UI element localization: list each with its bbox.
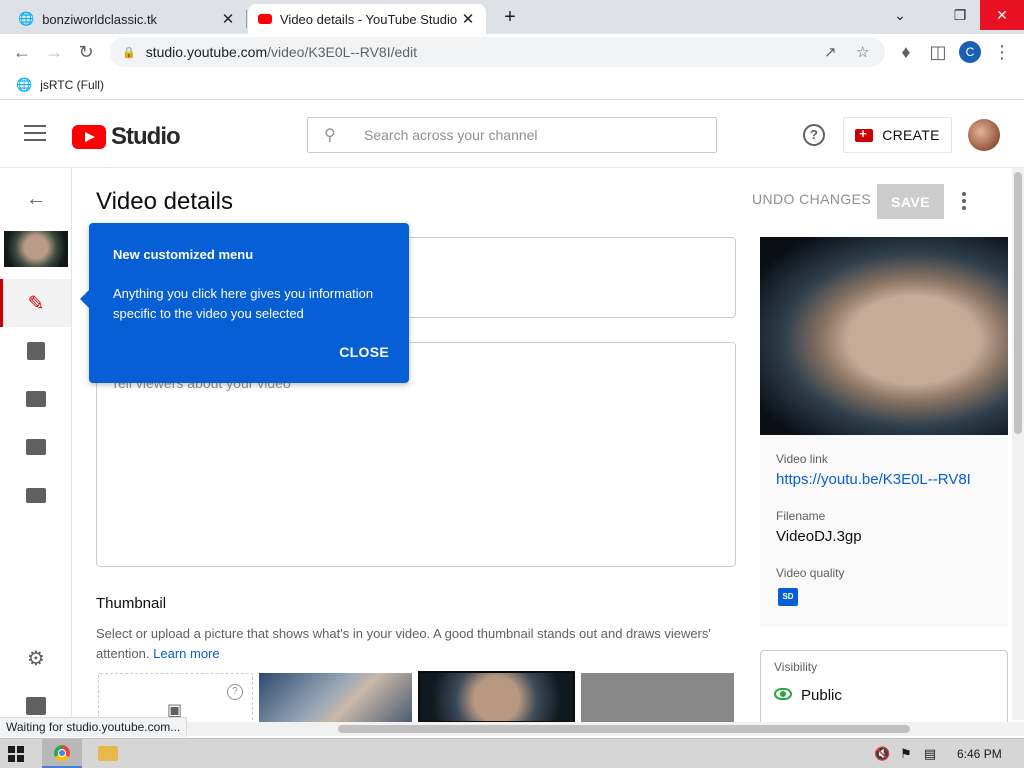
tooltip-close-button[interactable]: CLOSE (339, 344, 389, 360)
onboarding-tooltip: New customized menu Anything you click h… (80, 223, 409, 383)
url-field[interactable]: 🔒 studio.youtube.com/video/K3E0L--RV8I/e… (110, 37, 885, 67)
rail-active-indicator (0, 279, 3, 327)
bookmarks-bar: 🌐 jsRTC (Full) (0, 70, 1024, 100)
details-pencil-icon[interactable]: ✎ (24, 291, 48, 315)
logo-text: Studio (111, 123, 181, 150)
video-link-label: Video link (776, 452, 828, 466)
file-explorer-icon[interactable] (98, 746, 118, 761)
tab-search-icon[interactable]: ⌄ (880, 0, 920, 30)
back-icon[interactable]: ← (8, 38, 36, 66)
video-thumbnail[interactable] (4, 231, 68, 267)
thumbnail-description: Select or upload a picture that shows wh… (96, 624, 736, 664)
scrollbar-thumb[interactable] (1014, 172, 1022, 434)
side-panel-icon[interactable]: ◫ (924, 38, 952, 66)
sd-quality-badge: SD (778, 588, 798, 606)
thumbnail-option[interactable] (259, 673, 412, 723)
video-link[interactable]: https://youtu.be/K3E0L--RV8I (776, 471, 971, 488)
status-bubble: Waiting for studio.youtube.com... (0, 717, 188, 737)
visibility-label: Visibility (774, 660, 818, 674)
search-input[interactable]: ⚲ Search across your channel (307, 117, 717, 153)
save-button[interactable]: SAVE (877, 184, 944, 219)
scrollbar-thumb[interactable] (338, 725, 910, 733)
url-path: /video/K3E0L--RV8I/edit (267, 44, 418, 60)
thumbnail-heading: Thumbnail (96, 595, 167, 612)
browser-menu-icon[interactable]: ⋮ (988, 38, 1016, 66)
create-button[interactable]: CREATE (843, 117, 952, 153)
visibility-value: Public (801, 687, 842, 704)
editor-clapper-icon[interactable] (24, 387, 48, 411)
profile-avatar[interactable]: C (956, 38, 984, 66)
globe-icon: 🌐 (16, 76, 33, 92)
studio-header: Studio ⚲ Search across your channel ? CR… (0, 101, 1024, 168)
thumbnail-option[interactable] (581, 673, 734, 723)
more-options-icon[interactable] (955, 189, 973, 213)
eye-icon (774, 688, 792, 700)
share-icon[interactable]: ↗ (824, 43, 837, 61)
windows-start-icon[interactable] (8, 746, 24, 762)
settings-gear-icon[interactable]: ⚙ (24, 646, 48, 670)
tab-separator (246, 10, 247, 28)
taskbar-clock[interactable]: 6:46 PM (957, 747, 1002, 761)
vertical-scrollbar[interactable] (1012, 168, 1024, 720)
extensions-icon[interactable]: ♦ (892, 38, 920, 66)
globe-icon: 🌐 (18, 11, 35, 26)
help-icon[interactable]: ? (803, 124, 825, 146)
learn-more-link[interactable]: Learn more (153, 646, 219, 661)
studio-logo[interactable]: Studio (72, 123, 181, 151)
video-preview[interactable] (760, 237, 1008, 435)
bookmark-jsrtc[interactable]: jsRTC (Full) (40, 78, 104, 92)
new-tab-icon[interactable]: + (500, 6, 520, 29)
tab-video-details[interactable]: Video details - YouTube Studio ✕ (248, 4, 486, 34)
forward-icon[interactable]: → (40, 38, 68, 66)
video-quality-label: Video quality (776, 566, 845, 580)
page-title: Video details (96, 188, 233, 215)
hamburger-menu-icon[interactable] (24, 125, 46, 143)
restore-window-icon[interactable]: ❐ (940, 0, 980, 30)
feedback-icon[interactable] (24, 694, 48, 718)
left-rail: ← ✎ ⚙ (0, 168, 72, 720)
video-camera-icon (855, 126, 874, 142)
undo-changes-button[interactable]: UNDO CHANGES (752, 191, 871, 207)
network-icon[interactable]: ▤ (922, 746, 938, 762)
help-icon[interactable]: ? (227, 684, 243, 700)
tooltip-title: New customized menu (113, 247, 254, 262)
url-host: studio.youtube.com (145, 44, 268, 60)
search-placeholder: Search across your channel (364, 127, 538, 143)
create-label: CREATE (882, 127, 940, 143)
lock-icon: 🔒 (122, 46, 136, 59)
search-icon: ⚲ (324, 127, 336, 144)
address-bar: ← → ↻ 🔒 studio.youtube.com/video/K3E0L--… (0, 34, 1024, 70)
filename-value: VideoDJ.3gp (776, 528, 862, 545)
tab-title: Video details - YouTube Studio (280, 11, 458, 27)
volume-muted-icon[interactable]: 🔇 (874, 746, 890, 762)
close-tab-icon[interactable]: ✕ (460, 10, 476, 28)
chrome-icon (54, 744, 70, 761)
close-window-icon[interactable]: ✕ (980, 0, 1024, 30)
visibility-dropdown[interactable]: Visibility Public (760, 650, 1008, 722)
back-arrow-icon[interactable]: ← (24, 187, 48, 211)
profile-initial: C (959, 41, 981, 63)
comments-icon[interactable] (24, 435, 48, 459)
flag-icon[interactable]: ⚑ (898, 746, 914, 762)
bookmark-star-icon[interactable]: ☆ (856, 43, 869, 61)
filename-label: Filename (776, 509, 826, 523)
tooltip-body: Anything you click here gives you inform… (113, 286, 374, 321)
video-info-card: Video link https://youtu.be/K3E0L--RV8I … (760, 237, 1008, 627)
subtitles-icon[interactable] (24, 483, 48, 507)
youtube-favicon-icon (258, 14, 272, 24)
youtube-logo-icon (72, 125, 106, 149)
channel-avatar[interactable] (968, 119, 1000, 151)
reload-icon[interactable]: ↻ (72, 38, 100, 66)
analytics-icon[interactable] (24, 339, 48, 363)
chrome-taskbar-button[interactable] (42, 739, 82, 768)
thumbnail-option-selected[interactable] (418, 671, 575, 723)
upload-thumbnail-button[interactable]: ▣ ? (98, 673, 253, 723)
tab-title: bonziworldclassic.tk (42, 11, 158, 27)
browser-tab-bar: 🌐 bonziworldclassic.tk ✕ Video details -… (0, 0, 1024, 34)
close-tab-icon[interactable]: ✕ (220, 10, 236, 28)
windows-taskbar: 🔇 ⚑ ▤ 6:46 PM (0, 738, 1024, 768)
tab-bonziworld[interactable]: 🌐 bonziworldclassic.tk ✕ (8, 4, 246, 34)
